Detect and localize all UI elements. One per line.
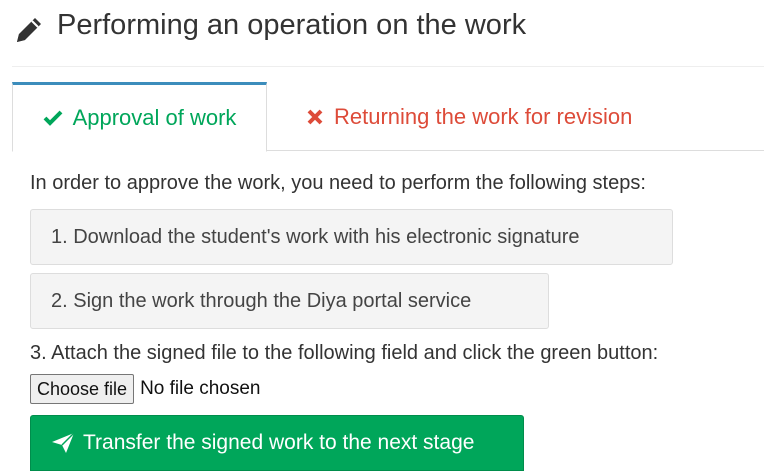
page-header: Performing an operation on the work bbox=[0, 0, 764, 60]
tab-label: Approval of work bbox=[72, 105, 237, 130]
download-work-button[interactable]: 1. Download the student's work with his … bbox=[30, 209, 673, 265]
sign-via-diya-button[interactable]: 2. Sign the work through the Diya portal… bbox=[30, 273, 549, 329]
pencil-icon bbox=[17, 18, 41, 42]
page-title: Performing an operation on the work bbox=[57, 9, 527, 41]
file-input[interactable]: Choose file No file chosen bbox=[30, 373, 260, 405]
divider bbox=[12, 66, 764, 67]
choose-file-button[interactable]: Choose file bbox=[30, 374, 135, 404]
tab-label: Returning the work for revision bbox=[334, 103, 633, 129]
attach-instructions: 3. Attach the signed file to the followi… bbox=[30, 342, 659, 364]
tab-approval-of-work[interactable]: Approval of work bbox=[12, 82, 267, 152]
file-status: No file chosen bbox=[140, 378, 261, 399]
approval-instructions: In order to approve the work, you need t… bbox=[30, 172, 646, 194]
submit-label: Transfer the signed work to the next sta… bbox=[83, 431, 475, 454]
check-icon bbox=[43, 110, 62, 126]
send-icon bbox=[52, 432, 75, 453]
tab-returning-for-revision[interactable]: Returning the work for revision bbox=[306, 82, 632, 151]
close-icon bbox=[307, 109, 323, 124]
